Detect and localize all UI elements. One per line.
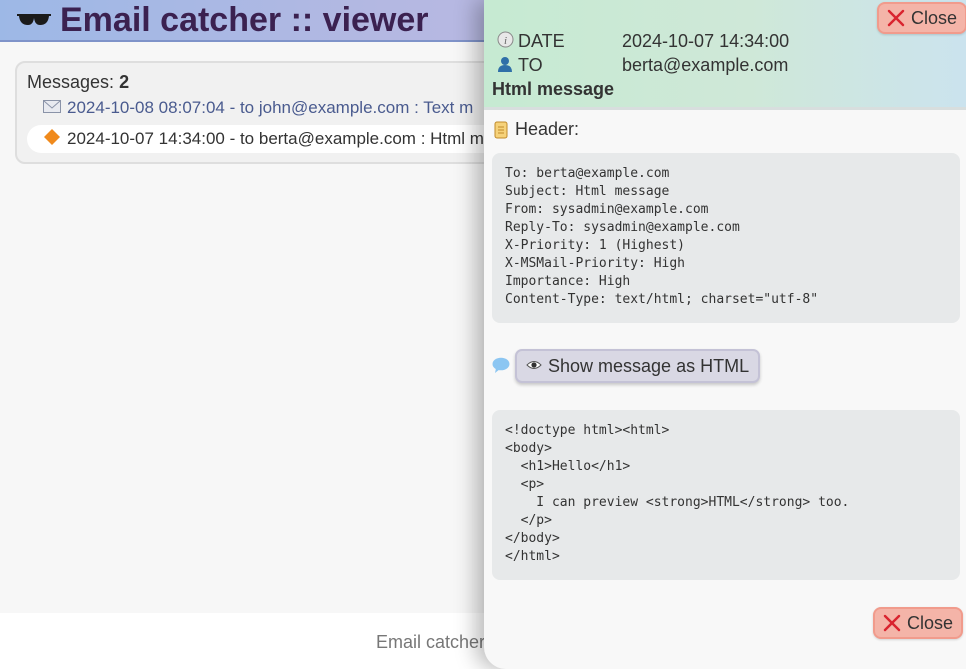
to-value: berta@example.com — [622, 54, 789, 75]
message-body-source: <!doctype html><html> <body> <h1>Hello</… — [492, 410, 960, 580]
list-item[interactable]: 2024-10-07 14:34:00 - to berta@example.c… — [27, 125, 533, 153]
page-title: Email catcher :: viewer — [16, 0, 429, 40]
date-row: i DATE 2024-10-07 14:34:00 — [496, 30, 789, 52]
date-value: 2024-10-07 14:34:00 — [622, 30, 790, 51]
diamond-icon — [43, 128, 61, 151]
message-count-label: Messages: — [27, 72, 115, 92]
svg-text:i: i — [503, 35, 506, 47]
show-html-button[interactable]: Show message as HTML — [515, 349, 761, 383]
app-title-text: Email catcher :: viewer — [60, 0, 429, 39]
close-button-label: Close — [911, 7, 958, 28]
envelope-icon — [43, 98, 61, 118]
scroll-icon — [494, 121, 508, 138]
message-subject: Html message — [492, 79, 615, 99]
close-icon — [887, 9, 905, 27]
show-html-label: Show message as HTML — [548, 355, 750, 376]
list-item-text: 2024-10-08 08:07:04 - to john@example.co… — [67, 98, 474, 117]
message-count-value: 2 — [119, 72, 130, 92]
close-button-bottom[interactable]: Close — [873, 607, 964, 639]
user-icon — [496, 56, 514, 75]
eye-icon — [526, 358, 542, 374]
list-item-text: 2024-10-07 14:34:00 - to berta@example.c… — [67, 129, 484, 148]
message-count: Messages: 2 — [27, 72, 129, 93]
date-label: DATE — [518, 30, 565, 51]
list-item[interactable]: 2024-10-08 08:07:04 - to john@example.co… — [27, 94, 533, 122]
close-button-label: Close — [907, 612, 954, 633]
to-label: TO — [518, 54, 543, 75]
to-row: TO berta@example.com — [496, 54, 788, 76]
header-label-text: Header: — [515, 119, 580, 139]
footer-text: Email catcher — [376, 632, 486, 652]
message-detail-panel: i DATE 2024-10-07 14:34:00 TO berta@exam… — [484, 0, 966, 669]
sunglasses-icon — [17, 14, 51, 25]
headers-block: To: berta@example.com Subject: Html mess… — [492, 153, 960, 323]
speech-bubble-icon — [492, 357, 510, 373]
message-list: Messages: 2 2024-10-08 08:07:04 - to joh… — [15, 61, 535, 164]
info-icon: i — [496, 31, 514, 51]
close-button[interactable]: Close — [877, 2, 966, 34]
close-icon — [883, 614, 901, 632]
header-section-label: Header: — [492, 119, 579, 140]
